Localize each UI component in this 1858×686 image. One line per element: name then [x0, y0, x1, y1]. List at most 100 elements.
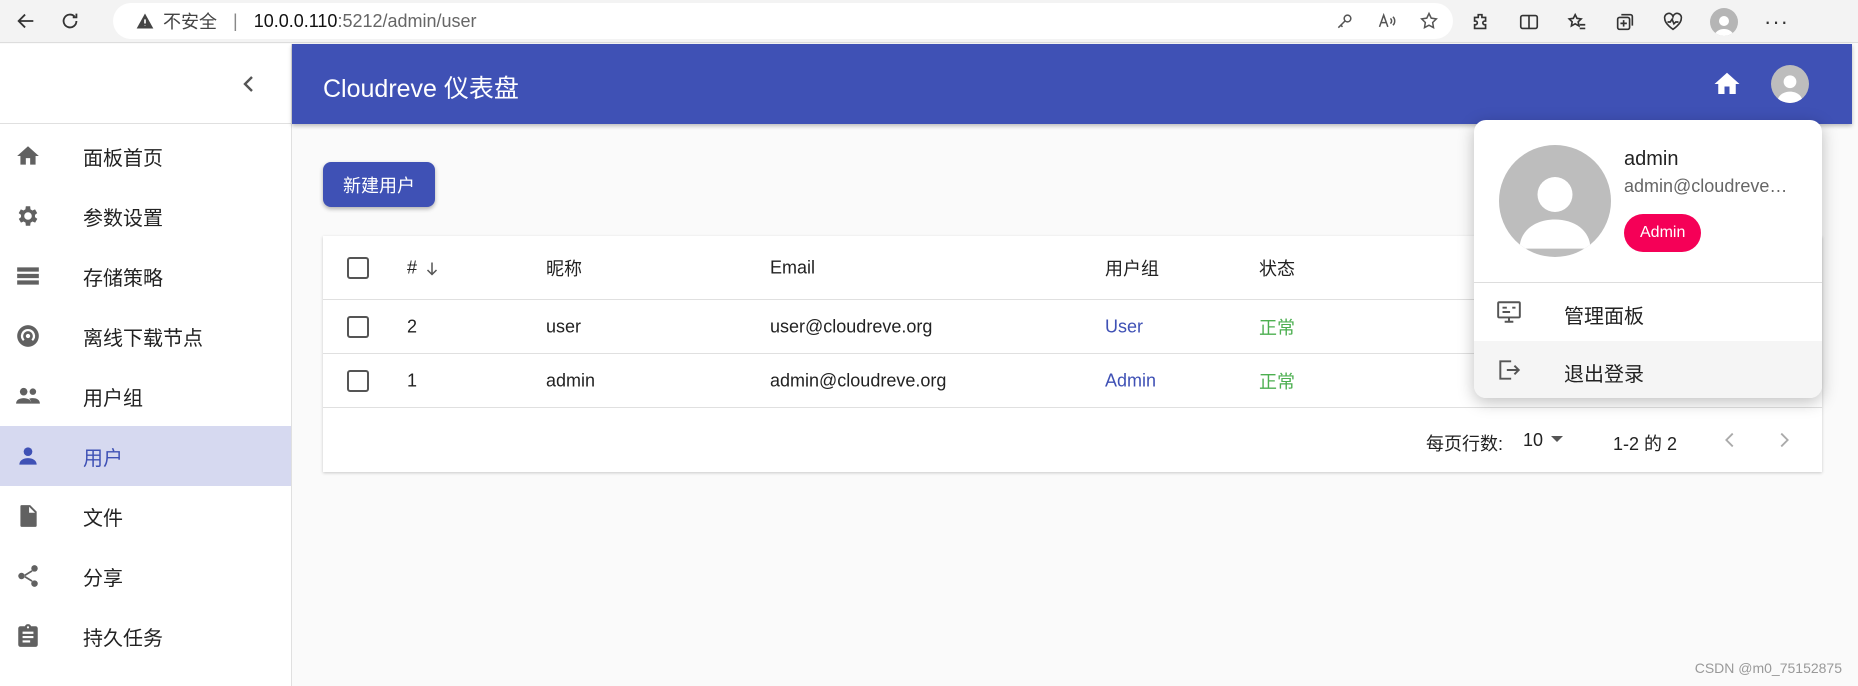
previous-page-button[interactable] [1719, 429, 1741, 451]
watermark: CSDN @m0_75152875 [1694, 660, 1842, 676]
url-host: 10.0.0.110 [253, 10, 338, 31]
browser-toolbar: 不安全 | 10.0.0.110:5212/admin/user ··· [0, 0, 1858, 43]
assignment-icon [18, 624, 38, 647]
cell-group-link[interactable]: Admin [1105, 370, 1156, 391]
table-pagination: 每页行数: 10 1-2 的 2 [323, 408, 1822, 472]
home-button[interactable] [1712, 69, 1742, 99]
person-icon [19, 447, 37, 465]
column-header-id-label: # [407, 257, 418, 277]
cell-email: admin@cloudreve.org [770, 370, 947, 390]
read-aloud-icon[interactable] [1377, 11, 1397, 31]
sidebar-item-label: 面板首页 [83, 147, 163, 170]
user-menu-name: admin [1624, 148, 1679, 170]
next-page-button[interactable] [1773, 429, 1795, 451]
rows-per-page-select[interactable]: 10 [1523, 430, 1543, 451]
browser-profile-avatar[interactable] [1710, 7, 1738, 36]
column-header-email[interactable]: Email [770, 257, 815, 278]
cell-status: 正常 [1259, 317, 1295, 338]
pagination-range: 1-2 的 2 [1613, 434, 1678, 454]
column-header-group[interactable]: 用户组 [1105, 255, 1159, 281]
sidebar-item-offline-nodes[interactable]: 离线下载节点 [0, 306, 291, 366]
file-icon [20, 505, 37, 527]
storage-icon [17, 267, 39, 285]
health-icon[interactable] [1662, 11, 1684, 33]
gear-icon [18, 206, 38, 226]
rows-per-page-label: 每页行数: [1426, 434, 1504, 454]
logout-icon [1499, 360, 1521, 380]
people-icon [16, 387, 40, 404]
sidebar-item-label: 持久任务 [83, 627, 163, 650]
sidebar-item-label: 存储策略 [83, 267, 163, 290]
sidebar-item-label: 离线下载节点 [83, 327, 203, 350]
refresh-button[interactable] [52, 3, 88, 39]
user-menu-email: admin@cloudreve.org [1624, 176, 1792, 196]
user-menu-avatar [1499, 145, 1611, 257]
menu-item-label: 退出登录 [1564, 364, 1644, 386]
cell-nickname: admin [546, 370, 596, 390]
sidebar-item-label: 用户组 [83, 387, 143, 410]
insecure-label: 不安全 [163, 12, 217, 32]
sidebar-item-label: 参数设置 [83, 207, 163, 230]
home-icon [1714, 72, 1740, 94]
url-path: :5212/admin/user [337, 10, 477, 31]
menu-item-admin-panel[interactable]: 管理面板 [1474, 283, 1822, 341]
collections-icon[interactable] [1614, 11, 1636, 33]
menu-item-logout[interactable]: 退出登录 [1474, 341, 1822, 398]
app-title: Cloudreve 仪表盘 [323, 75, 519, 103]
sidebar-item-label: 分享 [83, 567, 123, 590]
sidebar-item-settings[interactable]: 参数设置 [0, 186, 291, 246]
row-checkbox[interactable] [347, 315, 369, 338]
user-menu-dropdown: admin admin@cloudreve.org Admin 管理面板 退出登… [1474, 120, 1822, 398]
cell-group-link[interactable]: User [1105, 316, 1143, 337]
cell-email: user@cloudreve.org [770, 316, 933, 336]
favorites-icon[interactable] [1566, 11, 1588, 33]
column-header-nickname[interactable]: 昵称 [546, 255, 582, 281]
user-group-badge: Admin [1624, 214, 1702, 252]
wifi-tethering-icon [17, 325, 39, 347]
split-screen-icon[interactable] [1518, 11, 1540, 33]
person-icon [1519, 177, 1591, 249]
sidebar-item-label: 文件 [83, 507, 123, 530]
cell-status: 正常 [1259, 371, 1295, 392]
sidebar-item-shares[interactable]: 分享 [0, 546, 291, 606]
share-icon [18, 565, 38, 587]
refresh-icon [62, 13, 78, 29]
cell-id: 1 [407, 370, 418, 390]
new-user-button[interactable]: 新建用户 [323, 162, 435, 207]
sidebar-item-files[interactable]: 文件 [0, 486, 291, 546]
person-icon [1777, 75, 1803, 103]
column-header-status[interactable]: 状态 [1259, 255, 1295, 281]
key-icon[interactable] [1335, 11, 1355, 31]
back-button[interactable] [8, 3, 44, 39]
select-all-checkbox[interactable] [347, 256, 369, 279]
sidebar-item-dashboard[interactable]: 面板首页 [0, 126, 291, 186]
chevron-left-icon [243, 75, 253, 92]
cell-nickname: user [546, 316, 582, 336]
person-icon [1714, 15, 1734, 36]
sidebar-item-label: 用户 [83, 447, 123, 470]
menu-item-label: 管理面板 [1564, 306, 1644, 328]
chevron-left-icon [1725, 432, 1734, 448]
warning-icon [136, 13, 154, 29]
sidebar-item-user-groups[interactable]: 用户组 [0, 366, 291, 426]
home-icon [17, 146, 39, 165]
app-bar: Cloudreve 仪表盘 [292, 44, 1852, 124]
column-header-id[interactable]: # [407, 257, 441, 278]
address-separator: | [233, 10, 238, 31]
more-menu-icon[interactable]: ··· [1764, 9, 1789, 35]
sidebar: 面板首页 参数设置 存储策略 离线下载节点 用户组 用户 文件 分享 持久任务 [0, 44, 292, 686]
monitor-icon [1497, 301, 1521, 323]
sidebar-item-storage-policy[interactable]: 存储策略 [0, 246, 291, 306]
caret-down-icon[interactable] [1551, 436, 1563, 442]
sidebar-item-tasks[interactable]: 持久任务 [0, 606, 291, 666]
favorite-star-icon[interactable] [1419, 11, 1439, 31]
sort-arrow-down-icon [426, 262, 438, 276]
row-checkbox[interactable] [347, 369, 369, 392]
sidebar-nav: 面板首页 参数设置 存储策略 离线下载节点 用户组 用户 文件 分享 持久任务 [0, 124, 291, 666]
sidebar-collapse-button[interactable] [0, 44, 291, 124]
user-avatar-button[interactable] [1771, 65, 1809, 103]
back-arrow-icon [17, 13, 34, 29]
address-bar[interactable]: 不安全 | 10.0.0.110:5212/admin/user [113, 3, 1453, 39]
extensions-icon[interactable] [1470, 11, 1492, 33]
sidebar-item-users[interactable]: 用户 [0, 426, 291, 486]
